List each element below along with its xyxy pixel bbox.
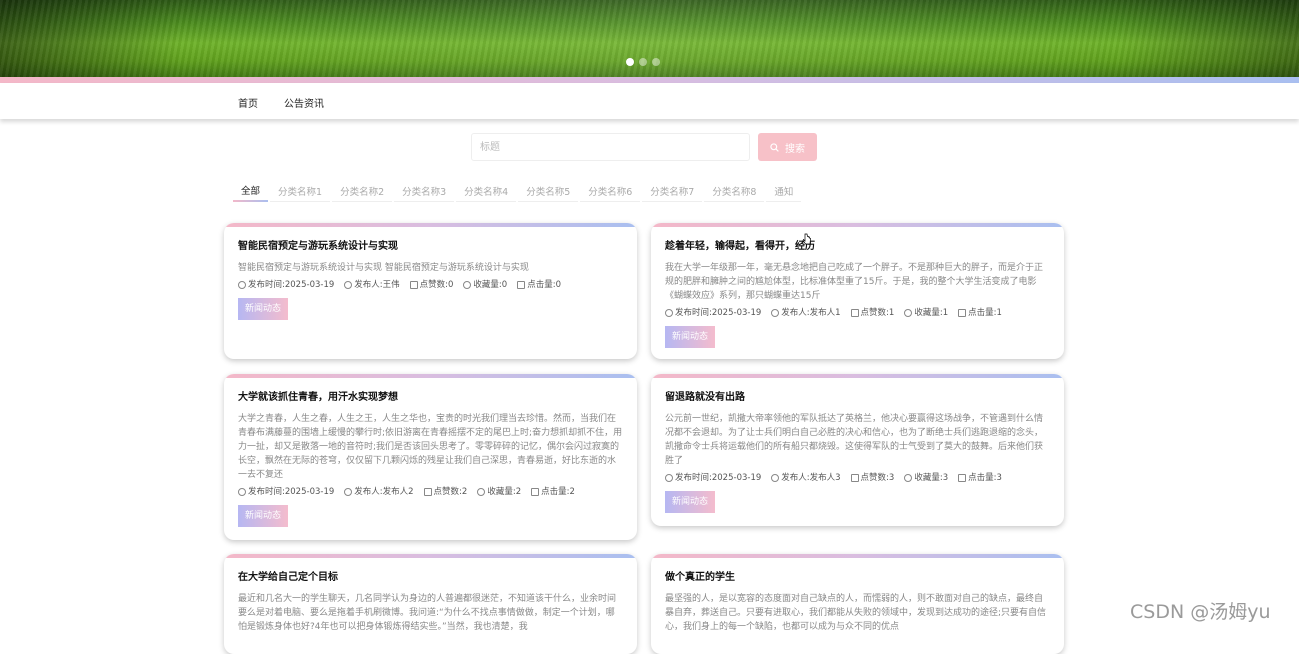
tab-category-6[interactable]: 分类名称6 — [580, 180, 641, 202]
carousel-dot-1[interactable] — [626, 58, 634, 66]
user-icon — [344, 488, 353, 496]
like-count: 点赞数:1 — [860, 308, 895, 318]
star-icon — [904, 474, 913, 482]
click-count: 点击量:3 — [968, 473, 1002, 483]
clock-icon — [238, 488, 246, 496]
favorite-count: 收藏量:3 — [914, 473, 949, 483]
news-card[interactable]: 趁着年轻，输得起，看得开，经历 我在大学一年级那一年，毫无悬念地把自己吃成了一个… — [651, 223, 1064, 359]
clock-icon — [238, 281, 246, 289]
favorite-count: 收藏量:2 — [487, 487, 522, 497]
news-card[interactable]: 留退路就没有出路 公元前一世纪，凯撒大帝率领他的军队抵达了英格兰，他决心要赢得这… — [651, 374, 1064, 526]
category-badge[interactable]: 新闻动态 — [665, 326, 716, 348]
publish-time: 发布时间:2025-03-19 — [675, 473, 762, 483]
carousel-dot-3[interactable] — [652, 58, 660, 66]
click-count: 点击量:0 — [527, 280, 561, 290]
tab-category-3[interactable]: 分类名称3 — [394, 180, 455, 202]
favorite-count: 收藏量:0 — [473, 280, 508, 290]
tab-all[interactable]: 全部 — [233, 180, 269, 202]
card-title[interactable]: 在大学给自己定个目标 — [238, 570, 623, 586]
card-title[interactable]: 留退路就没有出路 — [665, 390, 1050, 406]
thumbs-up-icon — [423, 488, 432, 496]
like-count: 点赞数:0 — [419, 280, 454, 290]
carousel-dot-2[interactable] — [639, 58, 647, 66]
search-input[interactable] — [471, 133, 750, 161]
card-title[interactable]: 趁着年轻，输得起，看得开，经历 — [665, 239, 1050, 255]
tab-category-2[interactable]: 分类名称2 — [332, 180, 393, 202]
card-meta: 发布时间:2025-03-19 发布人:发布人3 点赞数:3 收藏量:3 点击量… — [665, 471, 1050, 485]
category-badge[interactable]: 新闻动态 — [238, 505, 289, 527]
card-title[interactable]: 智能民宿预定与游玩系统设计与实现 — [238, 239, 623, 255]
thumbs-up-icon — [850, 474, 859, 482]
like-count: 点赞数:3 — [860, 473, 895, 483]
nav-item-home[interactable]: 首页 — [238, 95, 258, 110]
hero-banner-carousel[interactable] — [0, 0, 1299, 78]
thumbs-up-icon — [409, 281, 418, 289]
publisher: 发布人:王伟 — [354, 280, 400, 290]
clock-icon — [665, 309, 673, 317]
publisher: 发布人:发布人2 — [354, 487, 414, 497]
card-summary: 公元前一世纪，凯撒大帝率领他的军队抵达了英格兰，他决心要赢得这场战争，不管遇到什… — [665, 414, 1044, 466]
nav-item-announcements[interactable]: 公告资讯 — [284, 95, 324, 110]
tab-category-8[interactable]: 分类名称8 — [704, 180, 765, 202]
news-card[interactable]: 大学就该抓住青春，用汗水实现梦想 大学之青春，人生之春，人生之王，人生之华也，宝… — [224, 374, 637, 540]
search-button[interactable]: 搜索 — [758, 133, 817, 161]
search-button-label: 搜索 — [785, 143, 805, 155]
card-summary: 大学之青春，人生之春，人生之王，人生之华也，宝贵的时光我们理当去珍惜。然而，当我… — [238, 414, 623, 480]
category-tabs: 全部 分类名称1 分类名称2 分类名称3 分类名称4 分类名称5 分类名称6 分… — [233, 180, 803, 204]
card-summary: 智能民宿预定与游玩系统设计与实现 智能民宿预定与游玩系统设计与实现 — [238, 263, 529, 273]
card-meta: 发布时间:2025-03-19 发布人:王伟 点赞数:0 收藏量:0 点击量:0 — [238, 278, 623, 292]
search-icon — [770, 142, 779, 152]
tab-category-1[interactable]: 分类名称1 — [270, 180, 331, 202]
publish-time: 发布时间:2025-03-19 — [675, 308, 762, 318]
tab-category-4[interactable]: 分类名称4 — [456, 180, 517, 202]
favorite-count: 收藏量:1 — [914, 308, 949, 318]
thumbs-up-icon — [850, 309, 859, 317]
document-icon — [531, 488, 540, 496]
card-meta: 发布时间:2025-03-19 发布人:发布人1 点赞数:1 收藏量:1 点击量… — [665, 306, 1050, 320]
mouse-cursor-icon — [802, 233, 811, 245]
news-card[interactable]: 在大学给自己定个目标 最近和几名大一的学生聊天，几名同学认为身边的人普遍都很迷茫… — [224, 554, 637, 654]
star-icon — [904, 309, 913, 317]
user-icon — [771, 309, 780, 317]
news-card[interactable]: 智能民宿预定与游玩系统设计与实现 智能民宿预定与游玩系统设计与实现 智能民宿预定… — [224, 223, 637, 359]
tab-category-7[interactable]: 分类名称7 — [642, 180, 703, 202]
watermark: CSDN @汤姆yu — [1130, 601, 1271, 623]
card-meta: 发布时间:2025-03-19 发布人:发布人2 点赞数:2 收藏量:2 点击量… — [238, 485, 623, 499]
document-icon — [958, 474, 967, 482]
tab-notice[interactable]: 通知 — [766, 180, 802, 202]
carousel-indicators[interactable] — [626, 58, 660, 66]
top-nav: 首页 公告资讯 — [0, 83, 1299, 119]
clock-icon — [665, 474, 673, 482]
user-icon — [771, 474, 780, 482]
publish-time: 发布时间:2025-03-19 — [248, 487, 335, 497]
document-icon — [517, 281, 526, 289]
like-count: 点赞数:2 — [433, 487, 468, 497]
category-badge[interactable]: 新闻动态 — [238, 298, 289, 320]
star-icon — [463, 281, 472, 289]
card-title[interactable]: 做个真正的学生 — [665, 570, 1050, 586]
card-summary: 最近和几名大一的学生聊天，几名同学认为身边的人普遍都很迷茫，不知道该干什么，业余… — [238, 594, 617, 632]
card-summary: 我在大学一年级那一年，毫无悬念地把自己吃成了一个胖子。不是那种巨大的胖子，而是介… — [665, 263, 1044, 301]
publisher: 发布人:发布人3 — [781, 473, 841, 483]
publisher: 发布人:发布人1 — [781, 308, 841, 318]
tab-category-5[interactable]: 分类名称5 — [518, 180, 579, 202]
card-summary: 最坚强的人，是以宽容的态度面对自己缺点的人，而懦弱的人，则不敢面对自己的缺点，最… — [665, 594, 1047, 632]
star-icon — [477, 488, 486, 496]
click-count: 点击量:1 — [968, 308, 1002, 318]
news-card[interactable]: 做个真正的学生 最坚强的人，是以宽容的态度面对自己缺点的人，而懦弱的人，则不敢面… — [651, 554, 1064, 654]
click-count: 点击量:2 — [541, 487, 575, 497]
publish-time: 发布时间:2025-03-19 — [248, 280, 335, 290]
card-title[interactable]: 大学就该抓住青春，用汗水实现梦想 — [238, 390, 623, 406]
user-icon — [344, 281, 353, 289]
category-badge[interactable]: 新闻动态 — [665, 491, 716, 513]
document-icon — [958, 309, 967, 317]
